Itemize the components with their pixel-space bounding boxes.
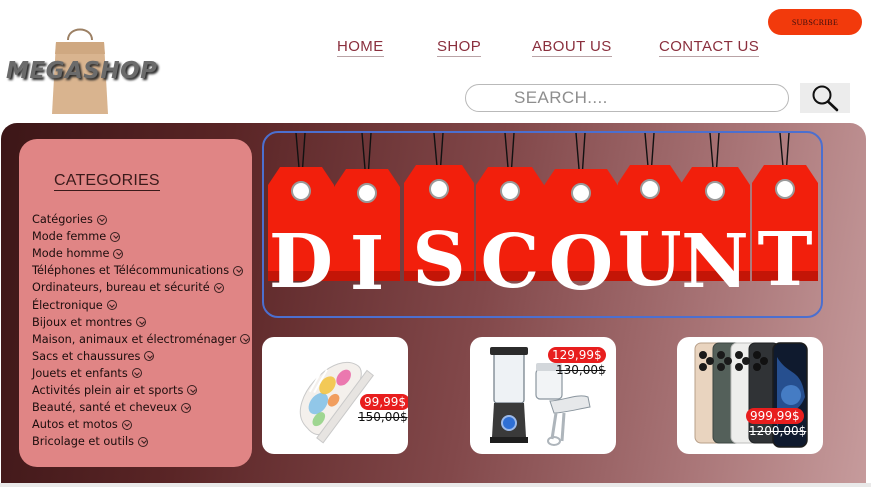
chevron-down-icon: [240, 334, 251, 345]
main-nav: HOME SHOP ABOUT US CONTACT US: [0, 38, 871, 60]
category-item[interactable]: Maison, animaux et électroménager: [32, 331, 251, 348]
subscribe-button[interactable]: SUBSCRIBE: [768, 9, 862, 35]
chevron-down-icon: [96, 214, 107, 225]
search-button[interactable]: [800, 83, 850, 113]
new-price: 99,99$: [360, 394, 408, 410]
new-price: 129,99$: [548, 347, 606, 363]
category-label: Téléphones et Télécommunications: [32, 264, 230, 278]
chevron-down-icon: [131, 368, 142, 379]
bottom-divider: [0, 483, 871, 487]
discount-letter: S: [412, 217, 465, 303]
chevron-down-icon: [121, 419, 132, 430]
category-item[interactable]: Ordinateurs, bureau et sécurité: [32, 279, 250, 296]
category-item[interactable]: Jouets et enfants: [32, 365, 250, 382]
brand-name: MEGASHOP: [6, 58, 158, 84]
category-label: Maison, animaux et électroménager: [32, 332, 237, 346]
chevron-down-icon: [106, 300, 117, 311]
discount-tags-image: D I S C O UN T: [268, 133, 818, 307]
categories-list: Catégories Mode femme Mode homme Télépho…: [32, 211, 251, 450]
discount-letter: U: [618, 217, 683, 303]
chevron-down-icon: [187, 385, 198, 396]
category-item[interactable]: Autos et motos: [32, 416, 250, 433]
product-card-blender[interactable]: 129,99$ 130,00$: [470, 337, 616, 454]
chevron-down-icon: [144, 351, 155, 362]
chevron-down-icon: [110, 231, 121, 242]
category-item[interactable]: Électronique: [32, 296, 250, 313]
category-label: Mode homme: [32, 247, 110, 261]
chevron-down-icon: [136, 317, 147, 328]
category-item[interactable]: Bricolage et outils: [32, 433, 250, 450]
category-item[interactable]: Beauté, santé et cheveux: [32, 399, 250, 416]
category-item[interactable]: Sacs et chaussures: [32, 348, 250, 365]
search-icon: [812, 85, 839, 112]
discount-letter: I: [350, 221, 385, 307]
logo[interactable]: MEGASHOP: [2, 6, 162, 114]
category-item[interactable]: Catégories: [32, 211, 250, 228]
category-label: Électronique: [32, 298, 103, 312]
chevron-down-icon: [213, 282, 224, 293]
chevron-down-icon: [181, 402, 192, 413]
old-price: 130,00$: [556, 363, 606, 377]
chevron-down-icon: [113, 248, 124, 259]
nav-shop[interactable]: SHOP: [437, 38, 482, 57]
category-label: Beauté, santé et cheveux: [32, 401, 178, 415]
nav-contact-us[interactable]: CONTACT US: [659, 38, 760, 57]
nav-home[interactable]: HOME: [337, 38, 384, 57]
chevron-down-icon: [138, 436, 149, 447]
category-item[interactable]: Téléphones et Télécommunications: [32, 262, 250, 279]
discount-letter: T: [757, 217, 812, 303]
category-label: Ordinateurs, bureau et sécurité: [32, 281, 210, 295]
header: MEGASHOP SUBSCRIBE HOME SHOP ABOUT US CO…: [0, 0, 871, 123]
category-label: Catégories: [32, 213, 93, 227]
category-item[interactable]: Mode femme: [32, 228, 250, 245]
category-label: Activités plein air et sports: [32, 383, 184, 397]
category-label: Jouets et enfants: [32, 366, 128, 380]
product-card-sneaker[interactable]: 99,99$ 150,00$: [262, 337, 408, 454]
old-price: 1200,00$: [749, 424, 807, 438]
category-item[interactable]: Mode homme: [32, 245, 250, 262]
discount-letter: C: [481, 219, 540, 305]
discount-letter: O: [549, 221, 613, 307]
nav-about-us[interactable]: ABOUT US: [532, 38, 612, 57]
chevron-down-icon: [233, 265, 244, 276]
categories-title: CATEGORIES: [54, 172, 160, 191]
category-label: Sacs et chaussures: [32, 349, 141, 363]
category-label: Mode femme: [32, 230, 107, 244]
search-input[interactable]: [465, 84, 789, 112]
discount-letter: D: [269, 219, 333, 305]
product-card-smartphones[interactable]: 999,99$ 1200,00$: [677, 337, 823, 454]
category-label: Autos et motos: [32, 418, 118, 432]
discount-banner[interactable]: DISCOUNT: [262, 131, 823, 318]
category-item[interactable]: Bijoux et montres: [32, 314, 250, 331]
new-price: 999,99$: [746, 408, 804, 424]
category-label: Bijoux et montres: [32, 315, 133, 329]
category-item[interactable]: Activités plein air et sports: [32, 382, 250, 399]
categories-sidebar: CATEGORIES Catégories Mode femme Mode ho…: [19, 139, 252, 467]
category-label: Bricolage et outils: [32, 435, 135, 449]
old-price: 150,00$: [358, 410, 408, 424]
discount-letter: N: [681, 219, 749, 305]
